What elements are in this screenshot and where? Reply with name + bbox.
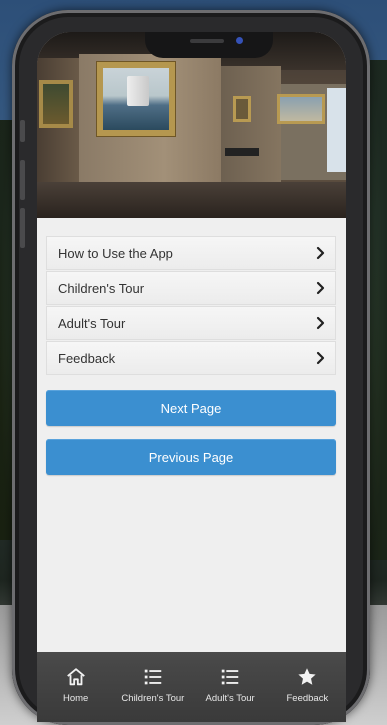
chevron-right-icon (316, 351, 325, 365)
phone-volume-down (20, 208, 25, 248)
phone-volume-up (20, 160, 25, 200)
tab-feedback[interactable]: Feedback (269, 652, 346, 722)
tab-label: Adult's Tour (205, 693, 255, 704)
menu-item-label: How to Use the App (58, 245, 173, 261)
menu-item-adults-tour[interactable]: Adult's Tour (46, 306, 336, 340)
star-icon (298, 668, 316, 685)
phone-mute-switch (20, 120, 25, 142)
menu-item-label: Feedback (58, 350, 116, 366)
tab-home[interactable]: Home (37, 652, 114, 722)
menu-item-childrens-tour[interactable]: Children's Tour (46, 271, 336, 305)
chevron-right-icon (316, 316, 325, 330)
menu-item-label: Adult's Tour (58, 315, 126, 331)
list-icon (221, 669, 239, 685)
chevron-right-icon (316, 246, 325, 260)
menu-item-label: Children's Tour (58, 280, 145, 296)
menu-item-feedback[interactable]: Feedback (46, 341, 336, 375)
next-page-button[interactable]: Next Page (46, 390, 336, 426)
painting-left (39, 80, 73, 128)
tab-label: Children's Tour (121, 693, 185, 704)
tab-childrens-tour[interactable]: Children's Tour (114, 652, 191, 722)
chevron-right-icon (316, 281, 325, 295)
painting-ship (97, 62, 175, 136)
tab-adults-tour[interactable]: Adult's Tour (192, 652, 269, 722)
home-icon (66, 668, 85, 686)
gallery-bench (225, 148, 259, 156)
bottom-tab-bar: Home Children's Tour Adult's Tour Feedba… (37, 652, 346, 722)
previous-page-button[interactable]: Previous Page (46, 439, 336, 475)
phone-notch (145, 32, 273, 58)
painting-far (277, 94, 325, 124)
front-camera (236, 37, 243, 44)
gallery-hero-image (37, 32, 346, 218)
painting-middle (233, 96, 251, 122)
speaker-grille (190, 39, 224, 43)
tab-label: Feedback (286, 693, 329, 704)
menu-item-how-to-use[interactable]: How to Use the App (46, 236, 336, 270)
tab-label: Home (62, 693, 89, 704)
list-icon (144, 669, 162, 685)
main-menu-list: How to Use the App Children's Tour Adult… (46, 236, 336, 376)
phone-screen: How to Use the App Children's Tour Adult… (37, 32, 346, 722)
